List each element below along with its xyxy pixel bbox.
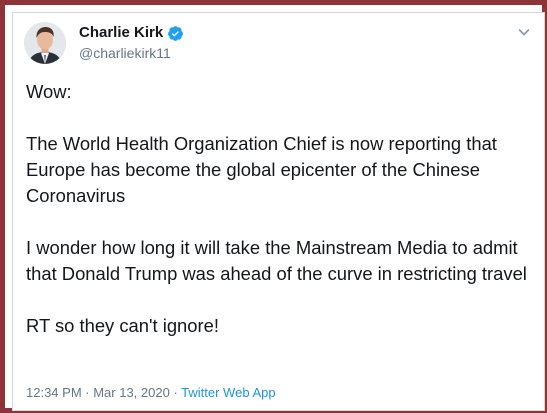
verified-badge-icon xyxy=(167,25,184,42)
tweet-paragraph: RT so they can't ignore! xyxy=(26,315,219,336)
tweet-card: Charlie Kirk @charliekirk11 Wow: The Wor… xyxy=(12,12,545,411)
tweet-source-link[interactable]: Twitter Web App xyxy=(181,385,275,400)
tweet-paragraph: Wow: xyxy=(26,81,72,102)
tweet-metadata: 12:34 PM · Mar 13, 2020 · Twitter Web Ap… xyxy=(26,384,276,402)
meta-separator: · xyxy=(169,385,182,400)
tweet-date[interactable]: Mar 13, 2020 xyxy=(93,385,170,400)
author-display-name[interactable]: Charlie Kirk xyxy=(79,23,163,43)
avatar[interactable] xyxy=(24,22,66,64)
chevron-down-icon[interactable] xyxy=(516,24,532,40)
tweet-paragraph: I wonder how long it will take the Mains… xyxy=(26,237,527,284)
author-name-row: Charlie Kirk xyxy=(79,23,184,43)
tweet-text: Wow: The World Health Organization Chief… xyxy=(26,79,531,339)
tweet-time[interactable]: 12:34 PM xyxy=(26,385,82,400)
image-frame: Charlie Kirk @charliekirk11 Wow: The Wor… xyxy=(0,0,547,413)
meta-separator: · xyxy=(81,385,94,400)
tweet-paragraph: The World Health Organization Chief is n… xyxy=(26,133,503,206)
author-handle[interactable]: @charliekirk11 xyxy=(79,44,171,62)
